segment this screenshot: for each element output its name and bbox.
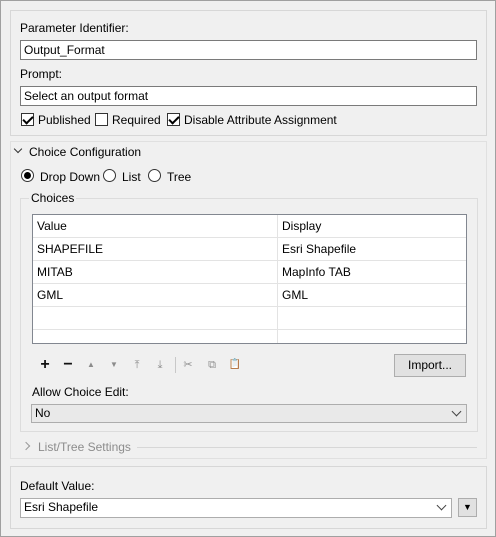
import-button[interactable]: Import...: [394, 354, 466, 377]
choices-table[interactable]: Value Display SHAPEFILE Esri Shapefile M…: [32, 214, 467, 344]
disable-attribute-checkbox[interactable]: [167, 113, 180, 126]
copy-icon[interactable]: ⧉: [202, 356, 222, 374]
default-value-label: Default Value:: [20, 479, 95, 493]
cut-icon[interactable]: ✂: [178, 356, 198, 374]
allow-choice-edit-select[interactable]: No: [31, 404, 467, 423]
triangle-down-icon: ▼: [463, 502, 472, 512]
table-cell-display[interactable]: GML: [278, 284, 308, 307]
identifier-input[interactable]: Output_Format: [20, 40, 477, 60]
chevron-right-icon[interactable]: [21, 441, 31, 451]
list-tree-settings-header[interactable]: List/Tree Settings: [38, 440, 131, 454]
choice-config-panel: Choice Configuration Drop Down List Tree…: [10, 141, 487, 459]
prompt-input[interactable]: Select an output format: [20, 86, 477, 106]
published-checkbox[interactable]: [21, 113, 34, 126]
published-label: Published: [38, 113, 91, 127]
allow-choice-edit-label: Allow Choice Edit:: [32, 385, 129, 399]
move-up-icon[interactable]: ▲: [81, 356, 101, 374]
table-cell-display[interactable]: MapInfo TAB: [278, 261, 351, 284]
table-cell-value[interactable]: MITAB: [33, 261, 73, 284]
add-row-icon[interactable]: +: [35, 356, 55, 374]
remove-row-icon[interactable]: −: [58, 356, 78, 374]
default-value-select[interactable]: Esri Shapefile: [20, 498, 452, 518]
radio-drop-down-label: Drop Down: [40, 170, 101, 184]
move-down-icon[interactable]: ▼: [104, 356, 124, 374]
allow-choice-edit-value: No: [35, 406, 51, 420]
required-label: Required: [112, 113, 161, 127]
radio-list[interactable]: [103, 169, 116, 182]
required-checkbox[interactable]: [95, 113, 108, 126]
table-row[interactable]: MITAB MapInfo TAB: [33, 261, 466, 284]
chevron-down-icon: [451, 406, 462, 417]
table-header: Value Display: [33, 215, 466, 238]
table-cell-value[interactable]: GML: [33, 284, 63, 307]
disable-attribute-label: Disable Attribute Assignment: [184, 113, 337, 127]
choices-group-label: Choices: [29, 191, 77, 205]
identifier-label: Parameter Identifier:: [20, 21, 129, 35]
parameter-editor-window: Parameter Identifier: Output_Format Prom…: [0, 0, 496, 537]
identifier-panel: Parameter Identifier: Output_Format Prom…: [10, 10, 487, 136]
radio-tree-label: Tree: [167, 170, 192, 184]
radio-list-label: List: [122, 170, 141, 184]
table-row-empty[interactable]: [33, 307, 466, 330]
table-cell-value[interactable]: [33, 307, 37, 330]
table-cell-display[interactable]: [278, 307, 282, 330]
move-bottom-icon[interactable]: ⤓: [150, 356, 170, 374]
column-header-value[interactable]: Value: [33, 215, 67, 238]
default-value-menu-button[interactable]: ▼: [458, 498, 477, 517]
table-cell-display[interactable]: Esri Shapefile: [278, 238, 356, 261]
table-row[interactable]: SHAPEFILE Esri Shapefile: [33, 238, 466, 261]
chevron-down-icon[interactable]: [13, 144, 23, 154]
default-value-panel: Default Value: Esri Shapefile ▼: [10, 466, 487, 529]
column-header-display[interactable]: Display: [278, 215, 321, 238]
radio-drop-down[interactable]: [21, 169, 34, 182]
table-row[interactable]: GML GML: [33, 284, 466, 307]
radio-tree[interactable]: [148, 169, 161, 182]
move-top-icon[interactable]: ⤒: [127, 356, 147, 374]
paste-icon[interactable]: 📋: [225, 356, 245, 374]
table-cell-value[interactable]: SHAPEFILE: [33, 238, 103, 261]
default-value-text: Esri Shapefile: [24, 500, 99, 514]
prompt-label: Prompt:: [20, 67, 63, 81]
chevron-down-icon: [436, 500, 447, 511]
choice-config-header[interactable]: Choice Configuration: [29, 145, 141, 159]
